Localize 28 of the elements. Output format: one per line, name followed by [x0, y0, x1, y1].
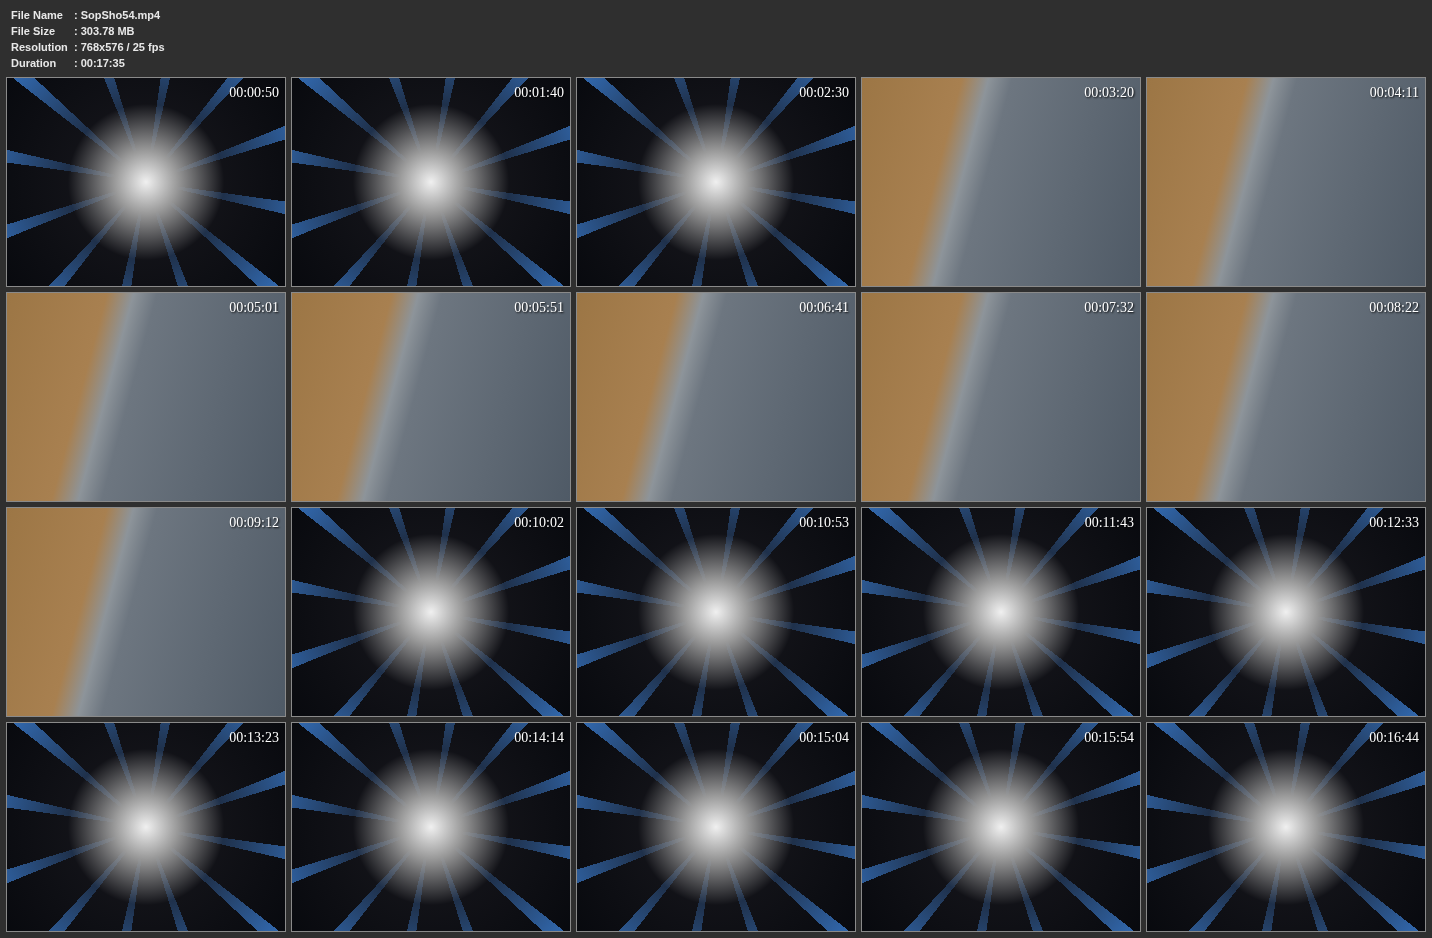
info-label: File Size [11, 24, 57, 39]
timestamp: 00:14:14 [514, 729, 564, 747]
timestamp: 00:10:02 [514, 514, 564, 532]
timestamp: 00:13:23 [229, 729, 279, 747]
timestamp: 00:04:11 [1369, 84, 1419, 102]
timestamp: 00:08:22 [1369, 299, 1419, 317]
timestamp: 00:00:50 [229, 84, 279, 102]
timestamp: 00:10:53 [799, 514, 849, 532]
info-value: : 00:17:35 [74, 56, 125, 71]
info-value: : 768x576 / 25 fps [74, 40, 165, 55]
timestamp: 00:05:51 [514, 299, 564, 317]
info-value: : SopSho54.mp4 [74, 8, 161, 23]
info-label: File Name [11, 8, 64, 23]
timestamp: 00:05:01 [229, 299, 279, 317]
timestamp: 00:09:12 [229, 514, 279, 532]
timestamp: 00:11:43 [1084, 514, 1134, 532]
timestamp: 00:01:40 [514, 84, 564, 102]
info-label: Duration [11, 56, 58, 71]
info-label: Resolution [11, 40, 69, 55]
timestamp: 00:03:20 [1084, 84, 1134, 102]
timestamp: 00:15:04 [799, 729, 849, 747]
timestamp: 00:16:44 [1369, 729, 1419, 747]
info-value: : 303.78 MB [74, 24, 135, 39]
timestamp: 00:07:32 [1084, 299, 1134, 317]
timestamp: 00:15:54 [1084, 729, 1134, 747]
timestamp: 00:12:33 [1369, 514, 1419, 532]
timestamp: 00:02:30 [799, 84, 849, 102]
timestamp: 00:06:41 [799, 299, 849, 317]
